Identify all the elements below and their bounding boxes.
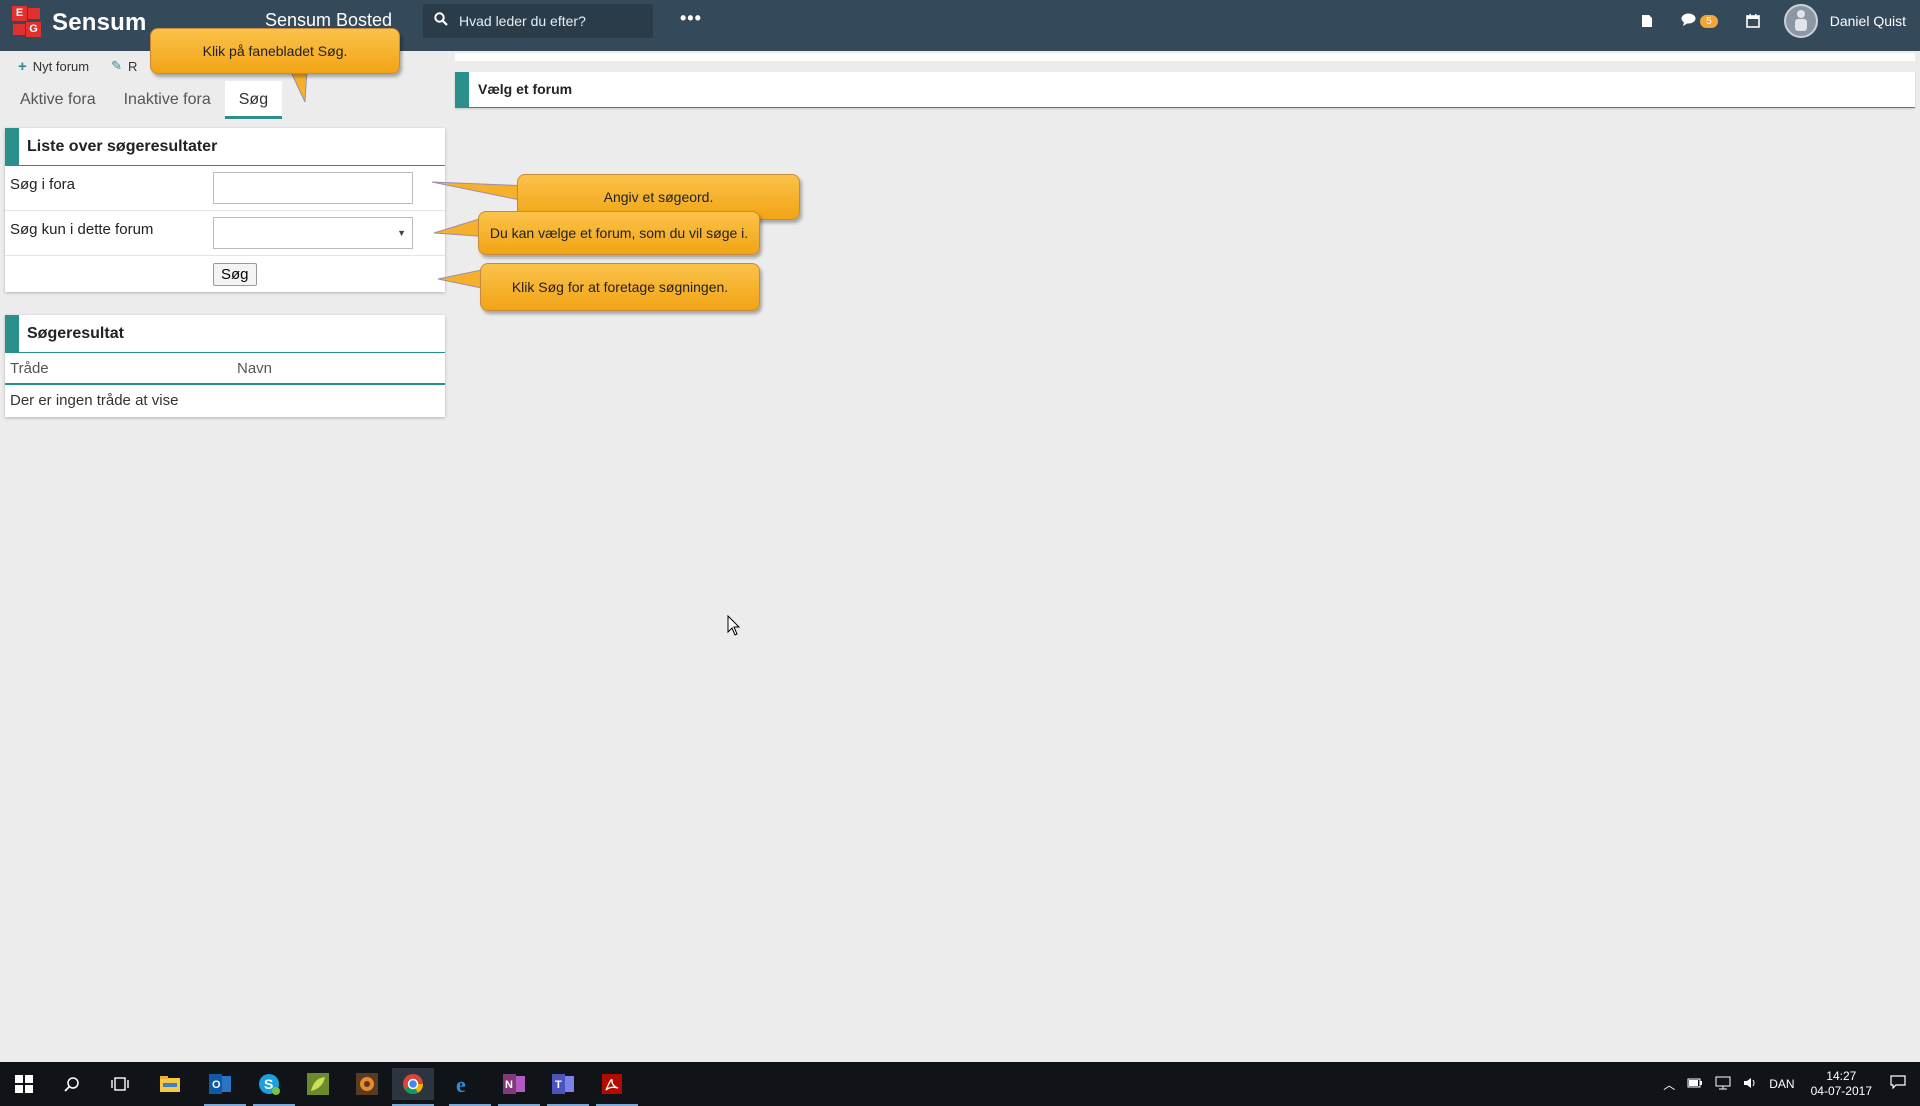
edit-forum-button[interactable]: ✎ R: [111, 58, 137, 74]
search-icon[interactable]: [423, 12, 459, 30]
results-empty-message: Der er ingen tråde at vise: [10, 392, 179, 409]
system-tray: ︿ DAN 14:27 04-07-2017: [1651, 1062, 1906, 1106]
callout-tab: Klik på fanebladet Søg.: [150, 28, 400, 74]
outlook-icon[interactable]: O: [204, 1068, 246, 1106]
search-button-row: Søg: [5, 256, 445, 292]
results-card: Søgeresultat Tråde Navn Der er ingen trå…: [5, 315, 445, 417]
edit-forum-label: R: [128, 58, 138, 74]
language-indicator[interactable]: DAN: [1769, 1077, 1794, 1091]
search-card: Liste over søgeresultater Søg i fora Søg…: [5, 128, 445, 292]
battery-icon[interactable]: [1687, 1077, 1703, 1091]
notification-badge: 5: [1700, 14, 1718, 28]
callout-button: Klik Søg for at foretage søgningen.: [480, 263, 760, 311]
onenote-icon[interactable]: N: [498, 1068, 540, 1106]
chevron-down-icon: ▼: [397, 228, 406, 238]
search-button[interactable]: Søg: [213, 262, 257, 286]
internet-explorer-icon[interactable]: e: [449, 1068, 491, 1106]
user-avatar[interactable]: [1783, 4, 1818, 38]
svg-text:e: e: [456, 1072, 466, 1096]
chat-icon: [1681, 13, 1696, 29]
column-name[interactable]: Navn: [237, 360, 272, 377]
tab-search[interactable]: Søg: [224, 81, 283, 119]
windows-start-icon[interactable]: [8, 1068, 40, 1100]
column-thread[interactable]: Tråde: [10, 360, 237, 377]
forum-tabs: Aktive fora Inaktive fora Søg: [0, 81, 446, 119]
clock-date: 04-07-2017: [1810, 1084, 1872, 1098]
clock-time: 14:27: [1826, 1069, 1857, 1083]
svg-text:N: N: [505, 1079, 513, 1091]
global-search[interactable]: [423, 4, 653, 38]
results-table-header: Tråde Navn: [5, 353, 445, 385]
logo[interactable]: E G Sensum: [12, 6, 147, 40]
messages-button[interactable]: 5: [1681, 13, 1718, 29]
callout-keyword-tail: [431, 181, 530, 203]
svg-text:O: O: [212, 1079, 221, 1091]
svg-text:S: S: [264, 1076, 273, 1092]
app-leaf-icon[interactable]: [302, 1068, 334, 1100]
tab-active-forums[interactable]: Aktive fora: [6, 81, 110, 119]
brand-name: Sensum: [52, 9, 147, 36]
callout-forum: Du kan vælge et forum, som du vil søge i…: [478, 211, 760, 255]
search-forum-label: Søg kun i dette forum: [10, 221, 154, 238]
clock[interactable]: 14:27 04-07-2017: [1811, 1069, 1872, 1099]
global-search-input[interactable]: [459, 13, 639, 29]
task-view-icon[interactable]: [104, 1068, 136, 1100]
search-keyword-row: Søg i fora: [5, 166, 445, 211]
taskbar-search-icon[interactable]: [56, 1068, 88, 1100]
volume-icon[interactable]: [1743, 1076, 1757, 1093]
search-keyword-label: Søg i fora: [10, 176, 76, 193]
windows-taskbar: O S e N T ︿ DAN 14:27 04-07-2017: [0, 1062, 1920, 1106]
teams-icon[interactable]: T: [547, 1068, 589, 1106]
svg-text:T: T: [555, 1079, 562, 1091]
pencil-icon: ✎: [111, 58, 123, 73]
app-orange-icon[interactable]: [351, 1068, 383, 1100]
eg-logo-icon: E G: [12, 6, 42, 40]
callout-tab-tail: [289, 70, 308, 103]
more-menu-button[interactable]: •••: [680, 8, 702, 29]
tab-inactive-forums[interactable]: Inaktive fora: [110, 81, 225, 119]
document-icon[interactable]: [1641, 14, 1653, 28]
search-keyword-input[interactable]: [213, 172, 413, 204]
plus-icon: +: [18, 57, 27, 75]
right-panel-top-strip: [455, 53, 1915, 61]
choose-forum-title: Vælg et forum: [478, 81, 573, 97]
new-forum-button[interactable]: + Nyt forum: [18, 58, 89, 75]
forum-detail-panel: Vælg et forum: [455, 72, 1915, 108]
logo-letter-g: G: [26, 22, 41, 37]
show-hidden-icons-icon[interactable]: ︿: [1663, 1076, 1675, 1093]
search-forum-row: Søg kun i dette forum ▼: [5, 211, 445, 256]
search-card-title: Liste over søgeresultater: [5, 128, 445, 166]
user-name[interactable]: Daniel Quist: [1830, 13, 1906, 29]
chrome-icon[interactable]: [392, 1068, 434, 1106]
skype-icon[interactable]: S: [253, 1068, 295, 1106]
logo-letter-e: E: [12, 6, 27, 21]
mouse-cursor-icon: [727, 615, 741, 636]
file-explorer-icon[interactable]: [154, 1068, 186, 1100]
calendar-icon[interactable]: [1745, 14, 1760, 28]
new-forum-label: Nyt forum: [32, 58, 90, 74]
forum-select[interactable]: ▼: [213, 217, 413, 249]
network-icon[interactable]: [1715, 1076, 1731, 1093]
results-card-title: Søgeresultat: [5, 315, 445, 353]
action-center-icon[interactable]: [1890, 1074, 1906, 1094]
top-right-actions: 5 Daniel Quist: [1613, 0, 1906, 42]
acrobat-icon[interactable]: [596, 1068, 638, 1106]
